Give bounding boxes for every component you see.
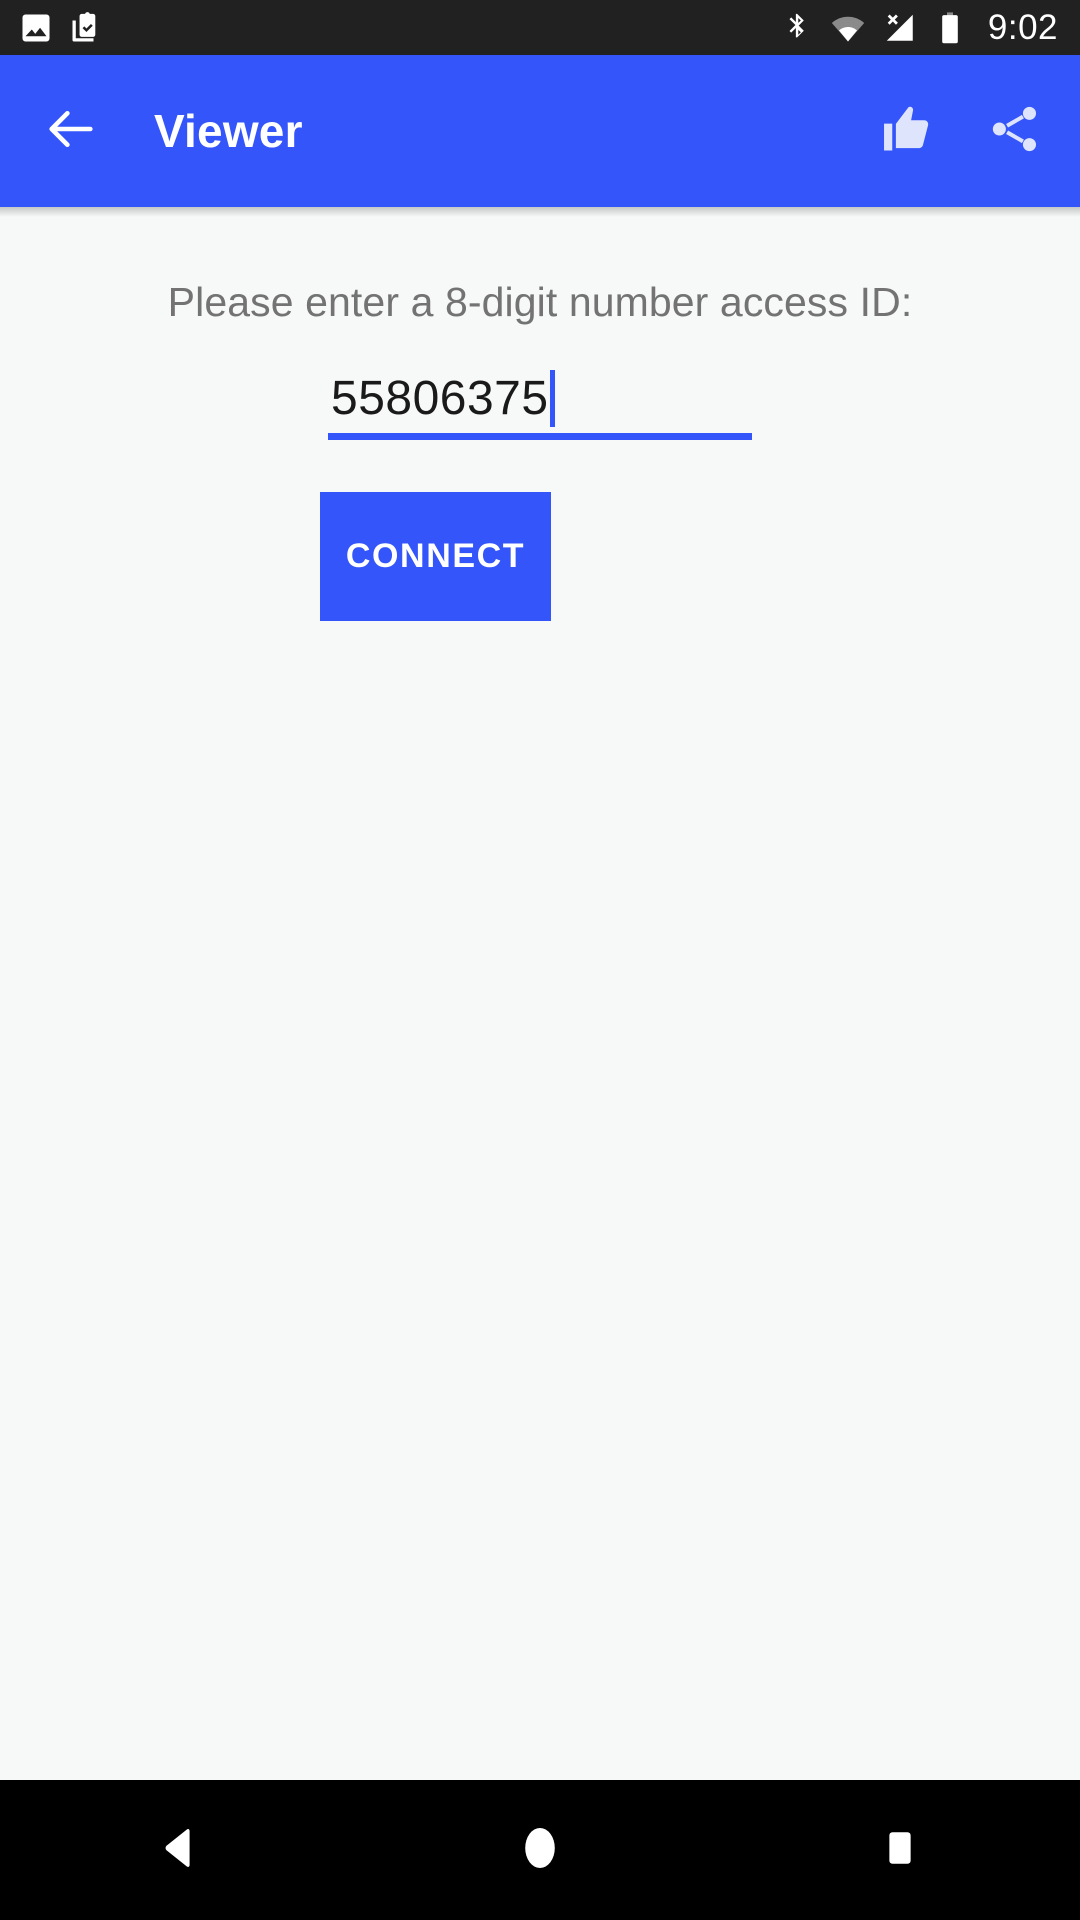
status-bar-system-icons: 9:02 bbox=[780, 8, 1058, 48]
status-bar-clock: 9:02 bbox=[987, 7, 1058, 47]
wifi-icon bbox=[830, 10, 866, 46]
clipboard-check-icon bbox=[68, 10, 104, 46]
share-button[interactable] bbox=[980, 96, 1050, 166]
share-icon bbox=[987, 101, 1043, 162]
connect-button[interactable]: CONNECT bbox=[320, 492, 551, 621]
nav-back-button[interactable] bbox=[100, 1780, 260, 1920]
triangle-back-icon bbox=[157, 1825, 203, 1876]
arrow-back-icon bbox=[42, 100, 100, 163]
nav-home-button[interactable] bbox=[460, 1780, 620, 1920]
battery-full-icon bbox=[934, 10, 966, 46]
nav-recents-button[interactable] bbox=[820, 1780, 980, 1920]
main-content: Please enter a 8-digit number access ID:… bbox=[0, 207, 1080, 1780]
square-recents-icon bbox=[878, 1826, 922, 1875]
circle-home-icon bbox=[515, 1823, 565, 1878]
app-bar-shadow bbox=[0, 207, 1080, 217]
thumb-up-icon bbox=[878, 100, 936, 163]
page-title: Viewer bbox=[154, 105, 303, 157]
cellular-no-sim-icon bbox=[882, 10, 918, 46]
access-id-value: 55806375 bbox=[331, 372, 549, 425]
image-icon bbox=[18, 10, 54, 46]
access-id-prompt-label: Please enter a 8-digit number access ID: bbox=[167, 279, 913, 325]
bluetooth-icon bbox=[780, 11, 814, 45]
status-bar: 9:02 bbox=[0, 0, 1080, 55]
phone-screen: 9:02 Viewer Please enter a 8-digit numbe… bbox=[0, 0, 1080, 1920]
system-navigation-bar bbox=[0, 1780, 1080, 1920]
access-id-input[interactable]: 55806375 bbox=[328, 351, 752, 451]
app-bar-actions bbox=[872, 96, 1050, 166]
status-bar-notification-icons bbox=[18, 10, 104, 46]
like-button[interactable] bbox=[872, 96, 942, 166]
text-caret bbox=[549, 370, 555, 427]
access-id-underline bbox=[328, 433, 752, 440]
access-id-value-row: 55806375 bbox=[328, 351, 752, 429]
back-button[interactable] bbox=[40, 100, 102, 162]
app-bar: Viewer bbox=[0, 55, 1080, 207]
